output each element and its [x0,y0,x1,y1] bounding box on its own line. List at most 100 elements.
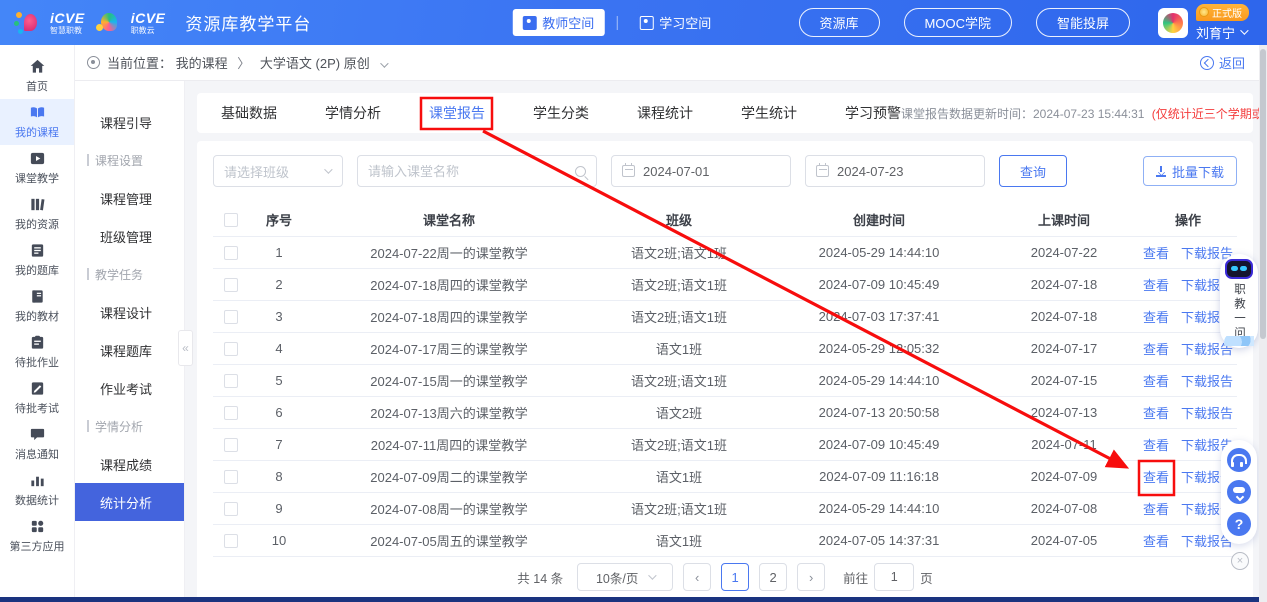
avatar[interactable] [1158,8,1188,38]
row-checkbox[interactable] [224,342,238,356]
row-checkbox[interactable] [224,438,238,452]
course-menu-item[interactable]: 课程设计 [75,293,184,331]
course-menu-item: 学情分析 [75,407,184,445]
page-size-select[interactable]: 10条/页 [577,563,673,591]
next-page-button[interactable] [797,563,825,591]
breadcrumb-prefix: 当前位置： [107,56,172,71]
row-checkbox[interactable] [224,534,238,548]
report-tab[interactable]: 基础数据 [221,103,277,123]
row-checkbox[interactable] [224,246,238,260]
row-checkbox[interactable] [224,374,238,388]
view-link[interactable]: 查看 [1143,307,1169,326]
select-all-checkbox[interactable] [224,213,238,227]
row-checkbox[interactable] [224,470,238,484]
page-number-button[interactable]: 2 [759,563,787,591]
mooc-academy-button[interactable]: MOOC学院 [904,8,1012,37]
download-report-link[interactable]: 下载报告 [1181,403,1233,422]
row-checkbox[interactable] [224,406,238,420]
learning-space-tab[interactable]: 学习空间 [629,9,721,36]
chevron-down-icon[interactable] [381,59,389,67]
resource-library-button[interactable]: 资源库 [799,8,880,37]
view-link[interactable]: 查看 [1143,531,1169,550]
report-tab[interactable]: 课程统计 [637,103,693,123]
report-tab[interactable]: 学生统计 [741,103,797,123]
class-select[interactable]: 请选择班级 [213,155,343,187]
smart-casting-button[interactable]: 智能投屏 [1036,8,1130,37]
course-menu-item-label: 课程引导 [100,113,152,132]
calendar-icon [816,165,829,177]
view-link[interactable]: 查看 [1143,275,1169,294]
sidebar-item-my-courses[interactable]: 我的课程 [0,99,74,145]
sidebar-item-classroom-teaching[interactable]: 课堂教学 [0,145,74,191]
cloud-download-icon[interactable] [1227,480,1251,504]
view-link[interactable]: 查看 [1143,403,1169,422]
report-tab[interactable]: 学习预警 [845,103,901,123]
scrollbar-thumb[interactable] [1260,49,1266,339]
back-button[interactable]: 返回 [1200,53,1245,72]
created-time: 2024-07-09 10:45:49 [769,277,989,292]
class-names: 语文1班 [589,339,769,358]
classroom-name-search [357,155,597,187]
goto-page-input[interactable] [874,563,914,591]
view-link[interactable]: 查看 [1143,371,1169,390]
report-tab[interactable]: 课堂报告 [429,103,485,123]
search-icon[interactable] [575,166,586,177]
sidebar-item-home[interactable]: 首页 [0,53,74,99]
date-from-picker[interactable]: 2024-07-01 [611,155,791,187]
course-menu-item[interactable]: 课程引导 [75,103,184,141]
query-button[interactable]: 查询 [999,155,1067,187]
breadcrumb-root[interactable]: 我的课程 [176,56,228,71]
sidebar-collapse-handle[interactable] [178,330,193,366]
report-tabs-bar: 基础数据 学情分析 课堂报告 学生分类 课程统计 学生统计 学习预警 课堂报告数… [197,93,1253,133]
filter-bar: 请选择班级 2024-07-01 2024-07-23 查询 [213,155,1237,187]
back-label: 返回 [1219,53,1245,72]
course-menu-item[interactable]: 课程管理 [75,179,184,217]
sidebar-item-data-statistics[interactable]: 数据统计 [0,467,74,513]
assistant-widget[interactable]: 职教一问 [1220,254,1258,348]
course-menu-item[interactable]: 统计分析 [75,483,184,521]
sidebar-item-question-bank[interactable]: 我的题库 [0,237,74,283]
view-link[interactable]: 查看 [1143,339,1169,358]
row-checkbox[interactable] [224,502,238,516]
sidebar-item-my-resources[interactable]: 我的资源 [0,191,74,237]
view-link[interactable]: 查看 [1143,499,1169,518]
medal-icon [1199,7,1209,17]
sidebar-item-third-party-apps[interactable]: 第三方应用 [0,513,74,559]
teacher-space-icon [522,16,536,30]
search-input[interactable] [368,164,538,179]
view-link[interactable]: 查看 [1143,435,1169,454]
sidebar-item-textbook[interactable]: 我的教材 [0,283,74,329]
table-row: 7 2024-07-11周四的课堂教学 语文2班;语文1班 2024-07-09… [213,429,1237,461]
course-menu-item[interactable]: 作业考试 [75,369,184,407]
teacher-space-tab[interactable]: 教师空间 [512,9,604,36]
sidebar-item-pending-exam[interactable]: 待批考试 [0,375,74,421]
class-names: 语文2班;语文1班 [589,307,769,326]
row-index: 7 [249,437,309,452]
user-menu[interactable]: 刘育宁 [1196,23,1246,42]
report-tab[interactable]: 学情分析 [325,103,381,123]
date-to-picker[interactable]: 2024-07-23 [805,155,985,187]
page-number-button[interactable]: 1 [721,563,749,591]
customer-service-icon[interactable] [1227,448,1251,472]
breadcrumb-separator: 〉 [237,56,250,71]
course-menu-item[interactable]: 课程成绩 [75,445,184,483]
class-time: 2024-07-08 [989,501,1139,516]
course-menu-item[interactable]: 课程题库 [75,331,184,369]
scrollbar[interactable] [1259,45,1267,602]
help-icon[interactable] [1227,512,1251,536]
breadcrumb-current[interactable]: 大学语文 (2P) 原创 [260,56,370,71]
update-timestamp: 课堂报告数据更新时间：2024-07-23 15:44:31 [901,107,1144,121]
row-checkbox[interactable] [224,310,238,324]
download-report-link[interactable]: 下载报告 [1181,371,1233,390]
sidebar-item-pending-homework[interactable]: 待批作业 [0,329,74,375]
sidebar-item-messages[interactable]: 消息通知 [0,421,74,467]
close-float-icon[interactable] [1231,552,1249,570]
row-index: 4 [249,341,309,356]
report-tab[interactable]: 学生分类 [533,103,589,123]
prev-page-button[interactable] [683,563,711,591]
view-link[interactable]: 查看 [1143,243,1169,262]
course-menu-item[interactable]: 班级管理 [75,217,184,255]
batch-download-button[interactable]: 批量下载 [1143,156,1237,186]
row-checkbox[interactable] [224,278,238,292]
view-link[interactable]: 查看 [1143,467,1169,486]
